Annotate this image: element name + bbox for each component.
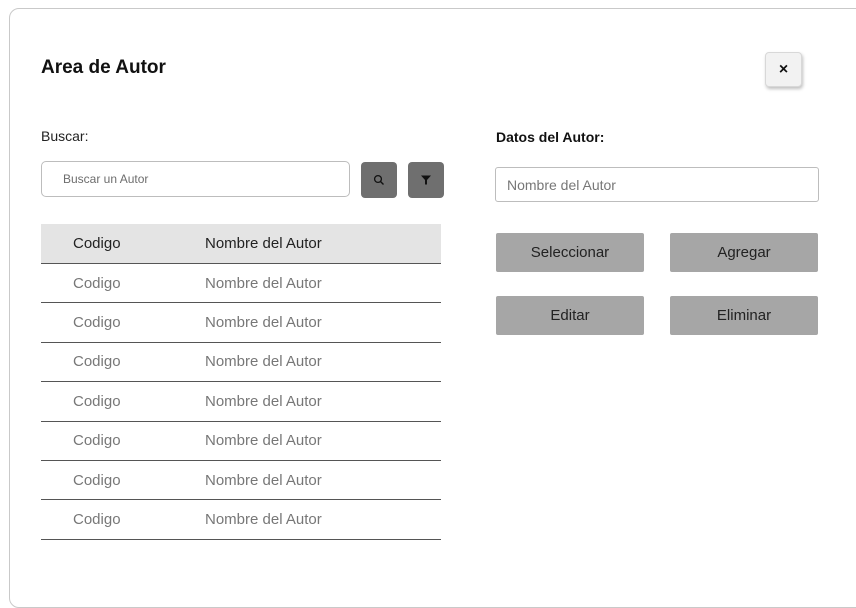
cell-nombre: Nombre del Autor	[205, 274, 322, 292]
search-input[interactable]	[41, 161, 350, 197]
cell-codigo: Codigo	[73, 392, 121, 410]
close-icon: ×	[778, 60, 789, 78]
search-button[interactable]	[361, 162, 397, 198]
author-details-label: Datos del Autor:	[496, 129, 605, 145]
cell-nombre: Nombre del Autor	[205, 471, 322, 489]
filter-button[interactable]	[408, 162, 444, 198]
author-table: Codigo Nombre del Autor Codigo Nombre de…	[41, 224, 441, 540]
table-row[interactable]: Codigo Nombre del Autor	[41, 422, 441, 461]
table-row[interactable]: Codigo Nombre del Autor	[41, 500, 441, 540]
add-button[interactable]: Agregar	[670, 233, 818, 272]
cell-codigo: Codigo	[73, 274, 121, 292]
search-icon	[373, 174, 384, 185]
dialog-title: Area de Autor	[41, 57, 166, 78]
filter-icon	[421, 175, 431, 185]
cell-codigo: Codigo	[73, 353, 121, 371]
header-codigo: Codigo	[73, 235, 121, 252]
table-row[interactable]: Codigo Nombre del Autor	[41, 343, 441, 383]
close-button[interactable]: ×	[765, 52, 802, 87]
select-button[interactable]: Seleccionar	[496, 233, 644, 272]
cell-nombre: Nombre del Autor	[205, 353, 322, 371]
header-nombre: Nombre del Autor	[205, 235, 322, 252]
delete-button[interactable]: Eliminar	[670, 296, 818, 335]
cell-codigo: Codigo	[73, 511, 121, 529]
cell-nombre: Nombre del Autor	[205, 432, 322, 450]
cell-nombre: Nombre del Autor	[205, 511, 322, 529]
search-label: Buscar:	[41, 128, 89, 144]
cell-nombre: Nombre del Autor	[205, 392, 322, 410]
cell-codigo: Codigo	[73, 471, 121, 489]
author-name-field[interactable]	[495, 167, 819, 202]
cell-codigo: Codigo	[73, 314, 121, 332]
table-row[interactable]: Codigo Nombre del Autor	[41, 264, 441, 304]
table-row[interactable]: Codigo Nombre del Autor	[41, 303, 441, 343]
cell-codigo: Codigo	[73, 432, 121, 450]
table-header: Codigo Nombre del Autor	[41, 224, 441, 264]
edit-button[interactable]: Editar	[496, 296, 644, 335]
table-row[interactable]: Codigo Nombre del Autor	[41, 461, 441, 501]
table-row[interactable]: Codigo Nombre del Autor	[41, 382, 441, 422]
cell-nombre: Nombre del Autor	[205, 314, 322, 332]
